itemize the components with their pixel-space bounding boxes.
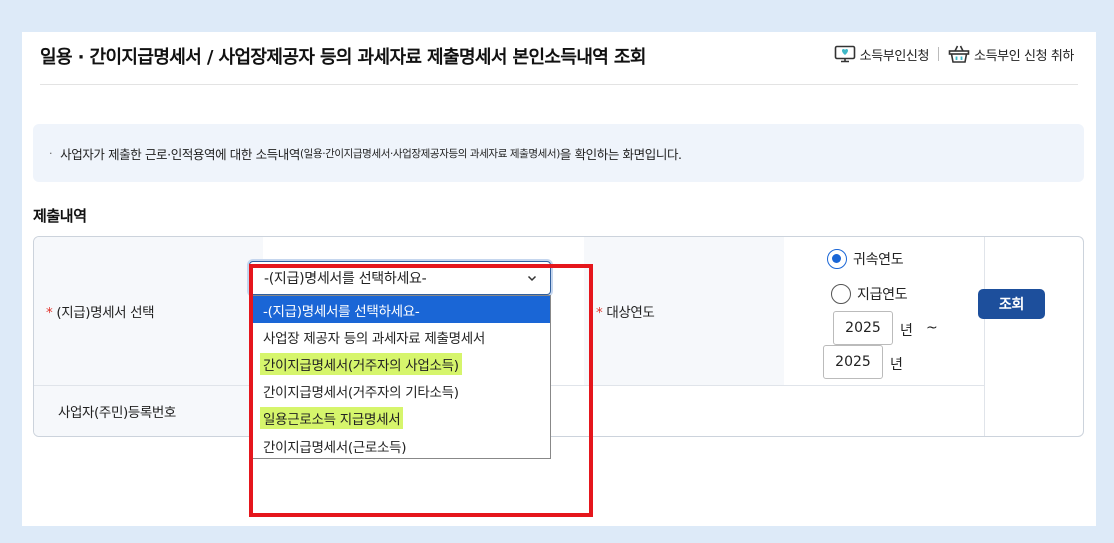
title-divider — [40, 84, 1078, 85]
search-form — [33, 236, 1084, 437]
business-no-label: 사업자(주민)등록번호 — [58, 405, 176, 421]
notice-text-main: 사업자가 제출한 근로·인적용역에 대한 소득내역 — [60, 146, 300, 162]
range-separator: ~ — [926, 320, 938, 336]
dropdown-option[interactable]: 사업장 제공자 등의 과세자료 제출명세서 — [252, 323, 550, 350]
radio-button-checked[interactable] — [827, 249, 847, 269]
dropdown-option-label-highlighted: 간이지급명세서(거주자의 사업소득) — [260, 352, 462, 375]
year-from-input[interactable]: 2025 — [833, 311, 893, 345]
dropdown-option[interactable]: 간이지급명세서(거주자의 기타소득) — [252, 378, 550, 405]
statement-select[interactable]: -(지급)명세서를 선택하세요- — [249, 261, 551, 295]
year-to-input[interactable]: 2025 — [823, 345, 883, 379]
dropdown-option[interactable]: -(지급)명세서를 선택하세요- — [252, 296, 550, 324]
column-divider — [984, 237, 985, 436]
dropdown-option-label: 간이지급명세서(거주자의 기타소득) — [263, 385, 459, 402]
statement-select-value: -(지급)명세서를 선택하세요- — [264, 271, 427, 287]
required-mark: * — [596, 305, 603, 321]
dropdown-option[interactable]: 간이지급명세서(거주자의 사업소득) — [252, 350, 550, 377]
dropdown-option-label: -(지급)명세서를 선택하세요- — [263, 303, 420, 320]
year-unit: 년 — [900, 323, 913, 339]
dropdown-option[interactable]: 일용근로소득 지급명세서 — [252, 405, 550, 432]
link-divider — [938, 47, 940, 61]
basket-icon — [948, 45, 970, 63]
statement-select-label: * (지급)명세서 선택 — [46, 301, 155, 321]
income-denial-request-label: 소득부인신청 — [859, 48, 930, 64]
monitor-heart-icon — [834, 45, 855, 63]
income-denial-withdraw-link[interactable]: 소득부인 신청 취하 — [948, 44, 1074, 64]
required-mark: * — [46, 305, 53, 321]
target-year-label: * 대상연도 — [596, 301, 655, 321]
page-title: 일용 · 간이지급명세서 / 사업장제공자 등의 과세자료 제출명세서 본인소득… — [40, 47, 646, 68]
statement-select-label-text: (지급)명세서 선택 — [56, 305, 155, 321]
dropdown-option-label: 간이지급명세서(근로소득) — [263, 439, 407, 456]
income-denial-request-link[interactable]: 소득부인신청 — [834, 44, 929, 64]
dropdown-option-label: 사업장 제공자 등의 과세자료 제출명세서 — [263, 330, 486, 347]
income-denial-withdraw-label: 소득부인 신청 취하 — [974, 48, 1074, 64]
radio-attribution-year[interactable]: 귀속연도 — [827, 249, 904, 269]
radio-payment-year[interactable]: 지급연도 — [831, 284, 908, 304]
radio-button[interactable] — [831, 284, 851, 304]
chevron-down-icon — [527, 275, 537, 282]
notice-text-end: 을 확인하는 화면입니다. — [559, 146, 682, 162]
dropdown-option-label-highlighted: 일용근로소득 지급명세서 — [260, 407, 404, 430]
year-unit: 년 — [890, 357, 903, 373]
top-links: 소득부인신청 소득부인 신청 취하 — [834, 44, 1074, 64]
target-year-label-text: 대상연도 — [606, 305, 655, 321]
notice-bullet: · — [49, 146, 53, 160]
main-panel: 일용 · 간이지급명세서 / 사업장제공자 등의 과세자료 제출명세서 본인소득… — [22, 32, 1096, 526]
section-title: 제출내역 — [33, 207, 87, 225]
statement-dropdown: -(지급)명세서를 선택하세요- 사업장 제공자 등의 과세자료 제출명세서 간… — [251, 295, 551, 459]
notice-box: · 사업자가 제출한 근로·인적용역에 대한 소득내역 (일용·간이지급명세서·… — [33, 124, 1084, 182]
search-button[interactable]: 조회 — [978, 289, 1045, 319]
notice-text-small: (일용·간이지급명세서·사업장제공자등의 과세자료 제출명세서) — [299, 147, 560, 160]
radio-label: 지급연도 — [857, 287, 908, 303]
dropdown-option[interactable]: 간이지급명세서(근로소득) — [252, 432, 550, 459]
radio-label: 귀속연도 — [853, 252, 904, 268]
